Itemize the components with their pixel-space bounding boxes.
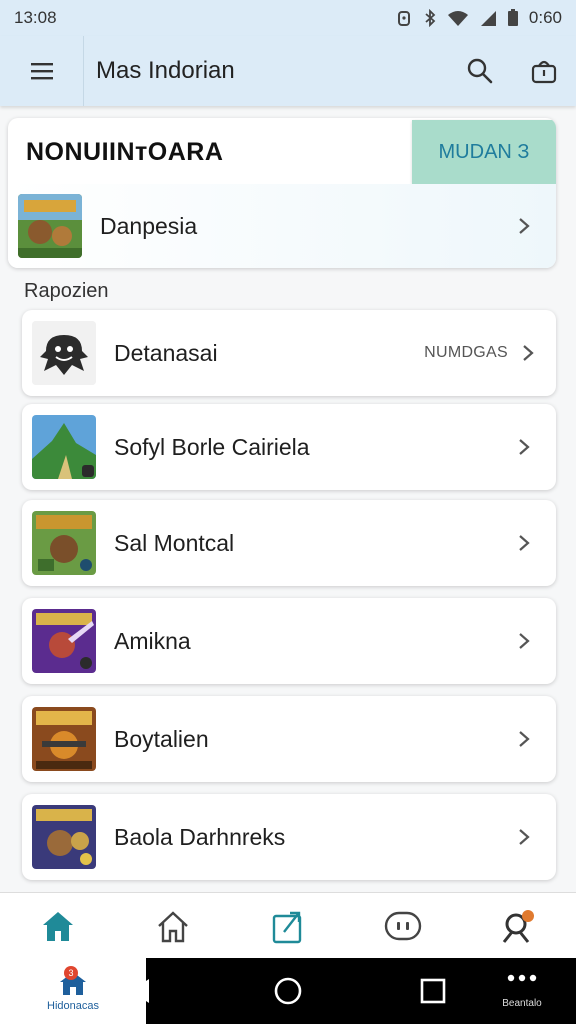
system-recents-button[interactable]	[404, 958, 462, 1024]
wifi-icon	[447, 9, 469, 27]
game-thumbnail	[32, 511, 96, 575]
nav-profile[interactable]	[478, 896, 558, 956]
system-back-button[interactable]	[120, 958, 160, 1024]
list-item[interactable]: Detanasai NUMDGAS	[22, 310, 556, 396]
list-item[interactable]: Baola Darhnreks	[22, 794, 556, 880]
profile-badge-icon	[503, 909, 535, 943]
section-heading: Rapozien	[24, 280, 109, 302]
chevron-right-icon	[518, 343, 538, 363]
system-tab-caption: Hidonacas	[47, 1000, 99, 1012]
store-button[interactable]	[512, 36, 576, 106]
list-item-label: Detanasai	[114, 339, 218, 366]
list-item-label: Baola Darhnreks	[114, 823, 286, 850]
chevron-right-icon	[514, 827, 534, 847]
app-bar: Mas Indorian	[0, 36, 576, 106]
bottom-navigation	[0, 892, 576, 958]
more-dots-icon	[507, 974, 537, 982]
home-circle-icon	[274, 977, 302, 1005]
signal-icon	[479, 9, 497, 27]
chat-bubble-icon	[384, 911, 422, 940]
chevron-right-icon	[514, 533, 534, 553]
list-item[interactable]: Boytalien	[22, 696, 556, 782]
featured-heading: NONUIINтOARA	[26, 138, 224, 166]
recents-square-icon	[420, 978, 446, 1004]
nav-share[interactable]	[248, 896, 328, 956]
system-more-caption: Beantalo	[502, 998, 542, 1009]
list-item-label: Boytalien	[114, 725, 209, 752]
monster-icon	[32, 321, 96, 385]
system-home-button[interactable]	[258, 958, 318, 1024]
game-thumbnail	[32, 609, 96, 673]
search-icon	[467, 58, 493, 84]
alarm-icon	[395, 9, 413, 27]
menu-button[interactable]	[0, 36, 84, 106]
nav-chat[interactable]	[363, 896, 443, 956]
game-thumbnail	[32, 415, 96, 479]
game-thumbnail	[32, 707, 96, 771]
list-item-label: Amikna	[114, 627, 191, 654]
list-item-label: Sofyl Borle Cairiela	[114, 433, 310, 460]
bluetooth-icon	[423, 9, 437, 27]
home-outline-icon	[157, 910, 188, 942]
status-time: 13:08	[14, 8, 57, 27]
status-icons: 0:60	[395, 8, 562, 28]
featured-item-label: Danpesia	[100, 212, 198, 239]
chevron-right-icon	[514, 631, 534, 651]
chevron-right-icon	[514, 437, 534, 457]
notification-badge: 3	[64, 966, 78, 980]
share-box-icon	[272, 911, 302, 943]
game-thumbnail	[32, 805, 96, 869]
featured-card: NONUIINтOARA MUDAN З Danpesia	[8, 118, 556, 268]
list-item[interactable]: Amikna	[22, 598, 556, 684]
list-item-label: Sal Montcal	[114, 529, 235, 556]
back-triangle-icon	[131, 979, 149, 1003]
list-item[interactable]: Sofyl Borle Cairiela	[22, 404, 556, 490]
system-more-button[interactable]	[492, 958, 552, 998]
search-button[interactable]	[448, 36, 512, 106]
chevron-right-icon	[514, 729, 534, 749]
list-item[interactable]: Sal Montcal	[22, 500, 556, 586]
featured-item-row[interactable]: Danpesia	[8, 184, 556, 268]
home-filled-icon	[42, 911, 73, 941]
battery-level: 0:60	[528, 8, 562, 27]
list-item-meta: NUMDGAS	[424, 344, 508, 361]
system-navigation-bar: 3 Hidonacas Beantalo	[0, 958, 576, 1024]
hamburger-menu-icon	[30, 63, 53, 80]
game-thumbnail	[18, 194, 82, 258]
page-title: Mas Indorian	[96, 57, 235, 84]
battery-icon	[507, 9, 519, 27]
nav-home-outline[interactable]	[133, 896, 213, 956]
nav-home[interactable]	[18, 896, 98, 956]
chevron-right-icon	[514, 216, 534, 236]
shopping-bag-icon	[531, 60, 557, 84]
featured-action-button[interactable]: MUDAN З	[412, 120, 556, 184]
status-bar: 13:08 0:60	[0, 0, 576, 36]
